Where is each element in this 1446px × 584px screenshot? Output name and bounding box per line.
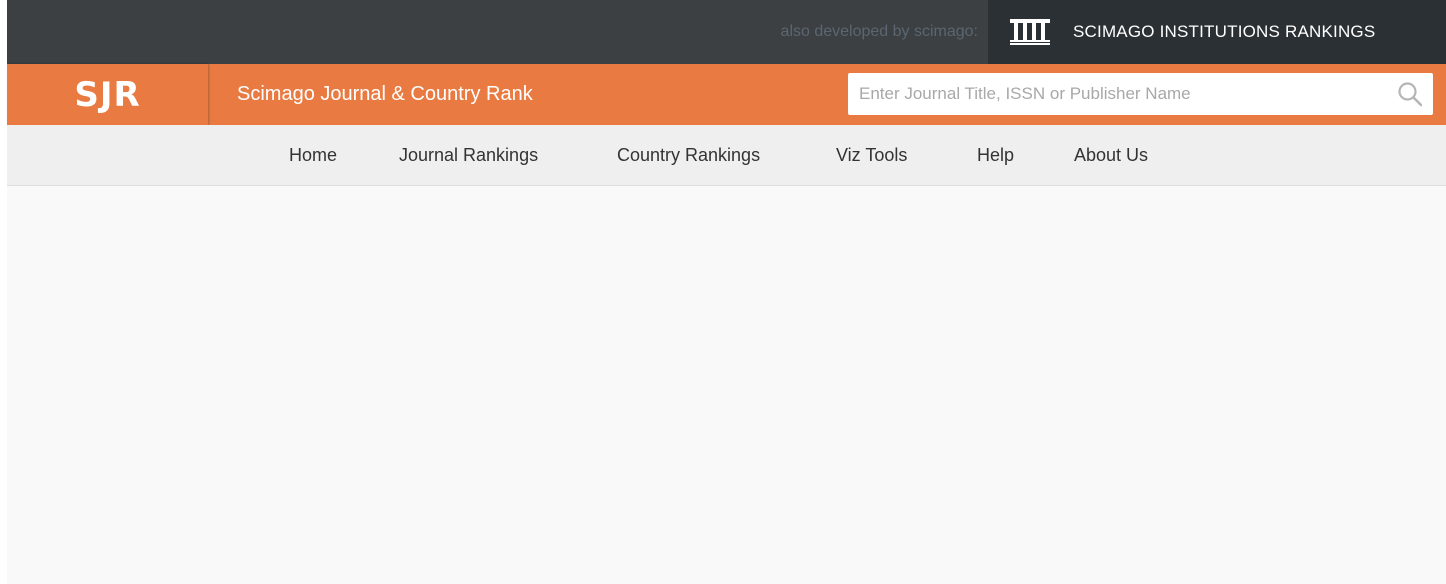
also-developed-text: also developed by scimago: [780,23,978,40]
page-frame: also developed by scimago: SCIMAGO INSTI… [7,0,1446,584]
site-header: SJR Scimago Journal & Country Rank [7,64,1446,125]
nav-item-about-us[interactable]: About Us [1074,125,1148,185]
search-box [848,73,1433,115]
nav-item-journal-rankings[interactable]: Journal Rankings [399,125,538,185]
nav-item-country-rankings[interactable]: Country Rankings [617,125,760,185]
scimago-institutions-rankings-link[interactable]: SCIMAGO INSTITUTIONS RANKINGS [988,0,1446,64]
search-input[interactable] [848,73,1378,115]
sjr-logo: SJR [74,74,141,115]
main-nav: Home Journal Rankings Country Rankings V… [7,125,1446,186]
search-icon[interactable] [1397,81,1423,107]
sjr-logo-link[interactable]: SJR [7,64,208,125]
top-bar: also developed by scimago: SCIMAGO INSTI… [7,0,1446,64]
nav-item-help[interactable]: Help [977,125,1014,185]
sir-link-label: SCIMAGO INSTITUTIONS RANKINGS [1073,22,1376,41]
main-content [7,186,1446,584]
nav-item-viz-tools[interactable]: Viz Tools [836,125,907,185]
nav-item-home[interactable]: Home [289,125,337,185]
institution-columns-icon [1010,19,1050,45]
site-title[interactable]: Scimago Journal & Country Rank [237,64,533,125]
